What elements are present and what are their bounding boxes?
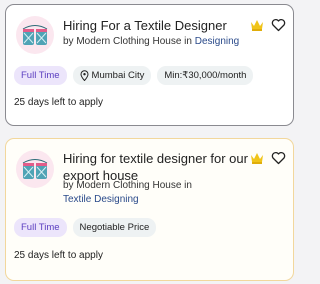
company-prefix: by Modern Clothing House in — [63, 180, 192, 191]
job-category[interactable]: Designing — [195, 36, 239, 47]
company-prefix: by Modern Clothing House in — [63, 36, 192, 47]
textile-logo-icon — [22, 25, 48, 45]
deadline-text: 25 days left to apply — [14, 250, 103, 261]
heart-icon[interactable] — [271, 151, 286, 165]
job-tags: Full Time Mumbai City Min:₹30,000/month — [14, 66, 254, 85]
salary-tag: Min:₹30,000/month — [157, 66, 254, 85]
salary-tag: Negotiable Price — [72, 218, 157, 237]
company-logo — [16, 150, 54, 188]
deadline-text: 25 days left to apply — [14, 97, 103, 108]
heart-icon[interactable] — [271, 18, 286, 32]
employment-type-tag: Full Time — [14, 218, 67, 237]
crown-icon — [251, 153, 263, 164]
job-card[interactable]: Hiring For a Textile Designer by Modern … — [5, 4, 294, 126]
textile-logo-icon — [22, 159, 48, 179]
crown-icon — [251, 20, 263, 31]
location-tag: Mumbai City — [72, 66, 152, 85]
company-line: by Modern Clothing House in Textile Desi… — [63, 179, 243, 207]
employment-type-tag: Full Time — [14, 66, 67, 85]
location-pin-icon — [80, 70, 89, 81]
job-card[interactable]: Hiring for textile designer for our expo… — [5, 138, 294, 281]
company-logo — [16, 16, 54, 54]
job-category[interactable]: Textile Designing — [63, 194, 139, 205]
location-label: Mumbai City — [91, 70, 145, 81]
job-tags: Full Time Negotiable Price — [14, 218, 157, 237]
company-line: by Modern Clothing House in Designing — [63, 35, 253, 49]
job-title[interactable]: Hiring For a Textile Designer — [63, 17, 243, 34]
